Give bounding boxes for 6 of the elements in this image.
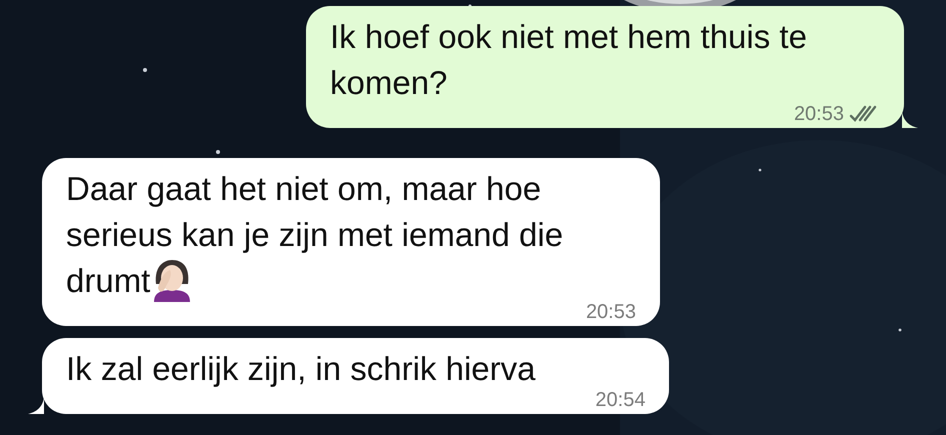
message-time: 20:54 [595, 390, 646, 410]
message-text: Daar gaat het niet om, maar hoe serieus kan je zijn met iemand die drumt [66, 170, 564, 299]
message-time: 20:53 [794, 104, 844, 124]
message-text: Ik hoef ook niet met hem thuis te komen? [330, 18, 807, 101]
message-text: Ik zal eerlijk zijn, in schrik hierva [66, 350, 536, 387]
message-time: 20:53 [586, 302, 636, 322]
